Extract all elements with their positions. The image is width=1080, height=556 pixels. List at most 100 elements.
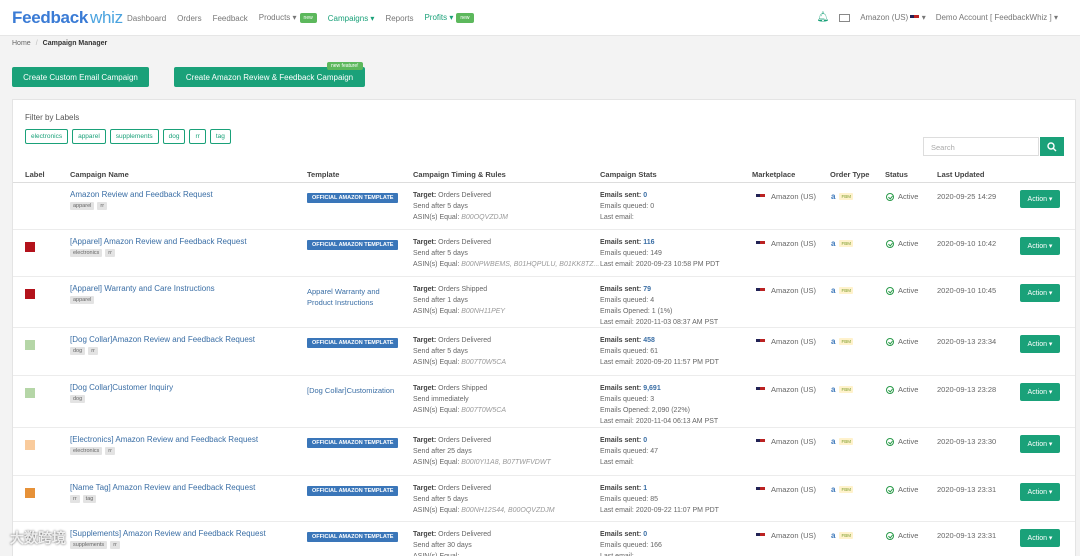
nav-item[interactable]: Orders <box>177 14 201 23</box>
campaign-tag: dog <box>70 347 86 355</box>
asin-value: B00NPWBEMS, B01HQPULU, B01KK8TZ... <box>461 261 600 268</box>
timing-target: Target: Orders Delivered <box>413 335 506 346</box>
action-dropdown-button[interactable]: Action ▾ <box>1020 529 1060 547</box>
stats-cell: Emails sent: 0 Emails queued: 0 Last email… <box>600 190 654 223</box>
check-circle-icon <box>886 437 894 446</box>
brand-logo[interactable]: Feedback whiz <box>12 8 123 28</box>
stat-label: Emails queued: <box>600 348 649 355</box>
target-value: Orders Delivered <box>438 437 492 444</box>
stats-cell: Emails sent: 9,691 Emails queued: 3 Emails… <box>600 383 718 427</box>
stat-line: Emails queued: 61 <box>600 346 719 357</box>
amazon-icon: a <box>831 337 836 346</box>
label-filter-chip[interactable]: tag <box>209 129 231 144</box>
stat-line: Last email: <box>600 457 658 468</box>
template-cell: OFFICIAL AMAZON TEMPLATE <box>307 192 399 203</box>
template-link[interactable]: [Dog Collar]Customization <box>307 385 407 396</box>
template-cell: OFFICIAL AMAZON TEMPLATE <box>307 531 399 542</box>
action-dropdown-button[interactable]: Action ▾ <box>1020 335 1060 353</box>
account-menu[interactable]: Demo Account [ FeedbackWhiz ] ▾ <box>936 13 1058 22</box>
asin-label: ASIN(s) Equal: <box>413 359 460 366</box>
status-cell: Active <box>886 437 918 446</box>
table-row: [Supplements] Amazon Review and Feedback… <box>13 522 1075 556</box>
template-link[interactable]: Apparel Warranty and Product Instruction… <box>307 286 407 308</box>
action-dropdown-button[interactable]: Action ▾ <box>1020 284 1060 302</box>
campaign-tag: tag <box>82 495 97 503</box>
table-row: [Name Tag] Amazon Review and Feedback Re… <box>13 476 1075 522</box>
stat-label: Emails sent: <box>600 531 642 538</box>
filter-title: Filter by Labels <box>25 113 80 122</box>
col-label[interactable]: Label <box>25 170 45 179</box>
status-cell: Active <box>886 385 918 394</box>
campaign-name-link[interactable]: [Electronics] Amazon Review and Feedback… <box>70 435 258 444</box>
campaign-name-link[interactable]: Amazon Review and Feedback Request <box>70 190 213 199</box>
action-dropdown-button[interactable]: Action ▾ <box>1020 383 1060 401</box>
us-flag-icon <box>756 287 765 294</box>
campaign-name-link[interactable]: [Supplements] Amazon Review and Feedback… <box>70 529 266 538</box>
campaign-name-link[interactable]: [Dog Collar]Customer Inquiry <box>70 383 173 392</box>
col-template[interactable]: Template <box>307 170 339 179</box>
official-template-badge: OFFICIAL AMAZON TEMPLATE <box>307 486 399 496</box>
asin-value: B00NH12S44, B00OQVZDJM <box>461 507 555 514</box>
stat-label: Last email: <box>600 459 634 466</box>
nav-item[interactable]: Reports <box>385 14 413 23</box>
breadcrumb-home[interactable]: Home <box>12 40 31 47</box>
marketplace-selector[interactable]: Amazon (US) ▾ <box>860 13 926 22</box>
campaign-name-link[interactable]: [Apparel] Warranty and Care Instructions <box>70 284 215 293</box>
action-dropdown-button[interactable]: Action ▾ <box>1020 237 1060 255</box>
marketplace-value: Amazon (US) <box>771 239 817 248</box>
col-last-updated[interactable]: Last Updated <box>937 170 985 179</box>
target-label: Target: <box>413 286 437 293</box>
action-dropdown-button[interactable]: Action ▾ <box>1020 483 1060 501</box>
last-updated-cell: 2020-09-13 23:31 <box>937 531 997 540</box>
stat-label: Last email: <box>600 214 634 221</box>
check-circle-icon <box>886 337 894 346</box>
col-marketplace[interactable]: Marketplace <box>752 170 795 179</box>
target-value: Orders Delivered <box>438 192 492 199</box>
amazon-icon: a <box>831 286 836 295</box>
col-campaign-name[interactable]: Campaign Name <box>70 170 129 179</box>
amazon-icon: a <box>831 239 836 248</box>
asin-value: B00I0YI1A8, B07TWFVDWT <box>461 459 551 466</box>
campaign-tag: rr <box>105 447 115 455</box>
nav-item[interactable]: Dashboard <box>127 14 166 23</box>
timing-target: Target: Orders Delivered <box>413 483 555 494</box>
nav-item[interactable]: Profits ▾ new <box>424 13 474 23</box>
mail-icon[interactable] <box>839 13 851 22</box>
bell-icon[interactable]: 🔔︎ <box>817 12 830 23</box>
timing-cell: Target: Orders Delivered Send after 5 day… <box>413 335 506 368</box>
create-amazon-campaign-button[interactable]: Create Amazon Review & Feedback Campaign <box>174 67 365 87</box>
col-status[interactable]: Status <box>885 170 908 179</box>
stat-label: Emails queued: <box>600 297 649 304</box>
campaign-name-link[interactable]: [Name Tag] Amazon Review and Feedback Re… <box>70 483 255 492</box>
nav-item[interactable]: Feedback <box>213 14 248 23</box>
col-stats[interactable]: Campaign Stats <box>600 170 657 179</box>
campaign-name-link[interactable]: [Apparel] Amazon Review and Feedback Req… <box>70 237 247 246</box>
stat-line: Emails Opened: 1 (1%) <box>600 306 718 317</box>
action-dropdown-button[interactable]: Action ▾ <box>1020 435 1060 453</box>
campaign-name-link[interactable]: [Dog Collar]Amazon Review and Feedback R… <box>70 335 255 344</box>
label-filter-chip[interactable]: electronics <box>25 129 69 144</box>
nav-item[interactable]: Campaigns ▾ <box>328 14 375 23</box>
action-dropdown-button[interactable]: Action ▾ <box>1020 190 1060 208</box>
create-custom-campaign-button[interactable]: Create Custom Email Campaign <box>12 67 149 87</box>
col-order-type[interactable]: Order Type <box>830 170 869 179</box>
table-row: [Apparel] Amazon Review and Feedback Req… <box>13 230 1075 277</box>
status-value: Active <box>898 485 919 494</box>
col-timing[interactable]: Campaign Timing & Rules <box>413 170 506 179</box>
label-filter-chip[interactable]: rr <box>189 129 206 144</box>
campaign-name-cell: [Electronics] Amazon Review and Feedback… <box>70 435 258 455</box>
campaign-tags: electronics rr <box>70 447 258 455</box>
stat-line: Emails sent: 9,691 <box>600 383 718 394</box>
search-button[interactable] <box>1040 137 1064 156</box>
stat-line: Last email: 2020-09-22 11:07 PM PDT <box>600 505 719 516</box>
target-label: Target: <box>413 337 437 344</box>
label-filter-chip[interactable]: supplements <box>109 129 159 144</box>
campaign-tag: rr <box>70 495 80 503</box>
stat-value: 116 <box>643 239 655 246</box>
label-filter-chip[interactable]: dog <box>162 129 186 144</box>
target-value: Orders Delivered <box>438 337 492 344</box>
campaign-name-cell: [Name Tag] Amazon Review and Feedback Re… <box>70 483 255 503</box>
label-filter-chip[interactable]: apparel <box>72 129 106 144</box>
search-input[interactable]: Search <box>923 137 1039 156</box>
nav-item[interactable]: Products ▾ new <box>259 13 317 23</box>
